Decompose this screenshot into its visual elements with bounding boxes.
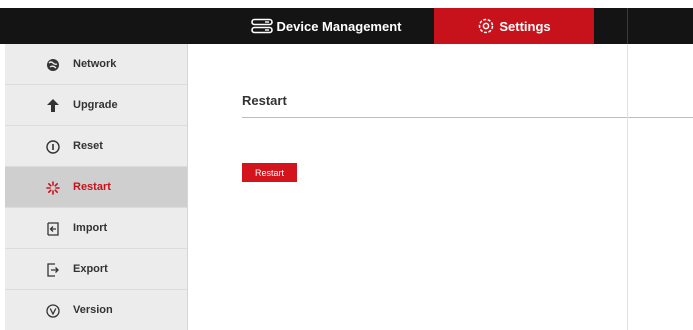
version-icon	[45, 303, 60, 318]
arrow-up-icon	[45, 98, 60, 113]
sidebar-item-restart[interactable]: Restart	[5, 167, 187, 208]
sidebar-item-network[interactable]: Network	[5, 44, 187, 85]
top-nav-bar: Device Management Settings	[0, 8, 693, 44]
info-circle-icon	[45, 139, 60, 154]
topbar-divider	[627, 8, 628, 44]
sidebar-item-label: Network	[73, 58, 117, 70]
tab-device-management-label: Device Management	[276, 18, 402, 34]
sidebar-item-label: Version	[73, 304, 113, 316]
app-window: Device Management Settings Network Upgra…	[0, 0, 693, 330]
tab-device-management[interactable]: Device Management	[218, 8, 434, 44]
sidebar-item-label: Restart	[73, 181, 111, 193]
sidebar-item-label: Import	[73, 222, 108, 234]
sidebar-item-export[interactable]: Export	[5, 249, 187, 290]
page-title: Restart	[242, 93, 287, 108]
tab-settings[interactable]: Settings	[434, 8, 594, 44]
export-icon	[45, 262, 60, 277]
spinner-icon	[45, 180, 60, 195]
globe-icon	[45, 57, 60, 72]
sidebar-item-version[interactable]: Version	[5, 290, 187, 330]
sidebar-item-reset[interactable]: Reset	[5, 126, 187, 167]
title-divider	[242, 117, 693, 118]
sidebar-item-import[interactable]: Import	[5, 208, 187, 249]
tab-settings-label: Settings	[499, 18, 551, 34]
sidebar-item-label: Export	[73, 263, 108, 275]
sidebar: Network Upgrade Reset Restart Import Exp…	[5, 44, 188, 330]
sidebar-item-label: Reset	[73, 140, 103, 152]
content-right-divider	[627, 44, 628, 330]
server-stack-icon	[250, 18, 273, 34]
restart-button[interactable]: Restart	[242, 163, 297, 182]
import-icon	[45, 221, 60, 236]
gear-icon	[477, 17, 495, 35]
sidebar-item-upgrade[interactable]: Upgrade	[5, 85, 187, 126]
sidebar-item-label: Upgrade	[73, 99, 118, 111]
